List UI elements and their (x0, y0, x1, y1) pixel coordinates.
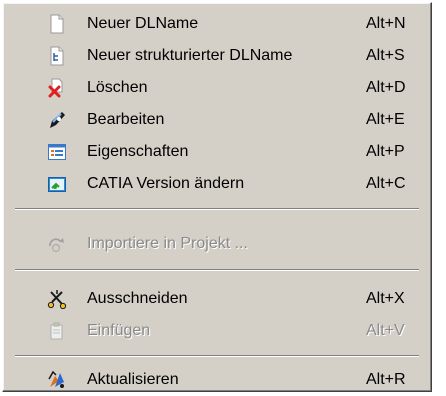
menu-item-label: CATIA Version ändern (87, 175, 245, 192)
menu-item-label: Aktualisieren (87, 371, 179, 388)
menu-item-new-structured-dlname[interactable]: Neuer strukturierter DLName Alt+S (47, 41, 425, 71)
menu-item-shortcut: Alt+V (366, 322, 405, 339)
menu-item-edit[interactable]: Bearbeiten Alt+E (47, 105, 425, 135)
menu-item-shortcut: Alt+R (366, 371, 406, 388)
menu-item-label: Bearbeiten (87, 111, 165, 128)
menu-item-shortcut: Alt+P (366, 143, 405, 160)
cut-icon (47, 289, 67, 310)
menu-item-label: Einfügen (87, 322, 151, 339)
structured-document-icon (47, 46, 67, 66)
menu-item-properties[interactable]: Eigenschaften Alt+P (47, 137, 425, 167)
menu-item-refresh[interactable]: Aktualisieren Alt+R (47, 365, 425, 395)
paste-icon (47, 321, 67, 341)
menu-separator (15, 355, 419, 357)
menu-item-label: Eigenschaften (87, 143, 189, 160)
edit-icon (47, 110, 67, 130)
menu-item-label: Neuer DLName (87, 15, 199, 32)
menu-item-label: Löschen (87, 79, 148, 96)
import-icon (47, 234, 67, 254)
menu-item-shortcut: Alt+E (366, 111, 405, 128)
menu-item-label: Importiere in Projekt ... (87, 235, 248, 252)
properties-icon (47, 142, 67, 162)
menu-item-shortcut: Alt+S (366, 47, 405, 64)
menu-item-shortcut: Alt+N (366, 15, 406, 32)
menu-item-shortcut: Alt+X (366, 290, 405, 307)
menu-item-delete[interactable]: Löschen Alt+D (47, 73, 425, 103)
new-document-icon (47, 14, 67, 34)
menu-item-label: Ausschneiden (87, 290, 188, 307)
menu-item-cut[interactable]: Ausschneiden Alt+X (47, 284, 425, 314)
refresh-icon (47, 370, 67, 390)
menu-item-new-dlname[interactable]: Neuer DLName Alt+N (47, 9, 425, 39)
menu-separator (15, 269, 419, 271)
menu-item-paste[interactable]: Einfügen Alt+V (47, 316, 425, 346)
menu-item-label: Neuer strukturierter DLName (87, 47, 293, 64)
menu-item-import-into-project[interactable]: Importiere in Projekt ... (47, 229, 425, 259)
menu-separator (15, 208, 419, 210)
menu-item-shortcut: Alt+C (366, 175, 406, 192)
menu-item-change-catia-version[interactable]: CATIA Version ändern Alt+C (47, 169, 425, 199)
delete-icon (47, 78, 67, 98)
menu-item-shortcut: Alt+D (366, 79, 406, 96)
catia-version-icon (47, 174, 67, 194)
context-menu: Neuer DLName Alt+N Neuer strukturierter … (2, 2, 432, 392)
